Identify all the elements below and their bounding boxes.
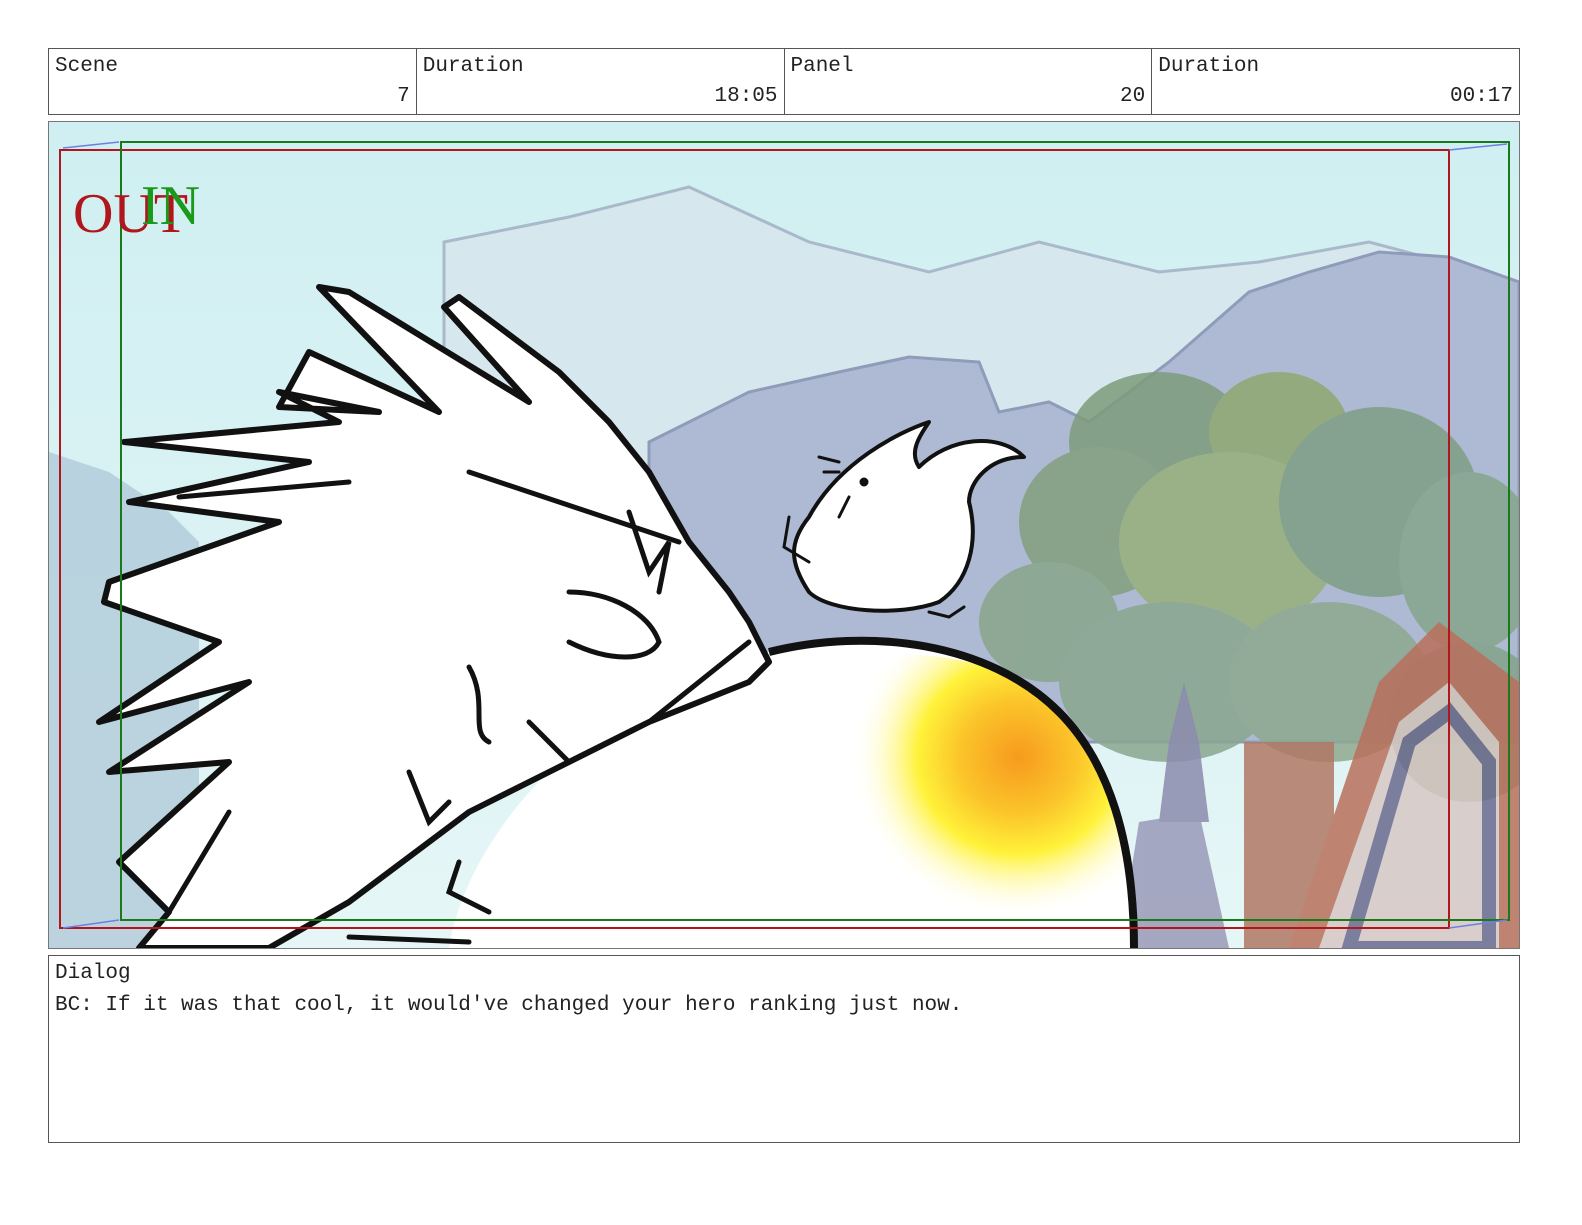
in-label: IN bbox=[141, 175, 200, 237]
panel-duration-label: Duration bbox=[1158, 55, 1260, 78]
panel-duration-cell: Duration 00:17 bbox=[1152, 49, 1519, 114]
scene-number: 7 bbox=[397, 85, 410, 108]
panel-number: 20 bbox=[1120, 85, 1146, 108]
dialog-label: Dialog bbox=[55, 962, 131, 985]
panel-drawing: OUT IN bbox=[49, 122, 1519, 948]
scene-cell: Scene 7 bbox=[49, 49, 417, 114]
panel-duration-value: 00:17 bbox=[1449, 85, 1513, 108]
dialog-box: Dialog BC: If it was that cool, it would… bbox=[48, 955, 1520, 1143]
scene-duration-label: Duration bbox=[422, 55, 524, 78]
storyboard-header: Scene 7 Duration 18:05 Panel 20 Duration… bbox=[48, 48, 1520, 115]
dialog-text: BC: If it was that cool, it would've cha… bbox=[55, 994, 963, 1017]
panel-label: Panel bbox=[790, 55, 854, 78]
scene-label: Scene bbox=[55, 55, 119, 78]
scene-duration-cell: Duration 18:05 bbox=[417, 49, 785, 114]
scene-duration-value: 18:05 bbox=[714, 85, 778, 108]
panel-cell: Panel 20 bbox=[785, 49, 1153, 114]
storyboard-panel: OUT IN bbox=[48, 121, 1520, 949]
